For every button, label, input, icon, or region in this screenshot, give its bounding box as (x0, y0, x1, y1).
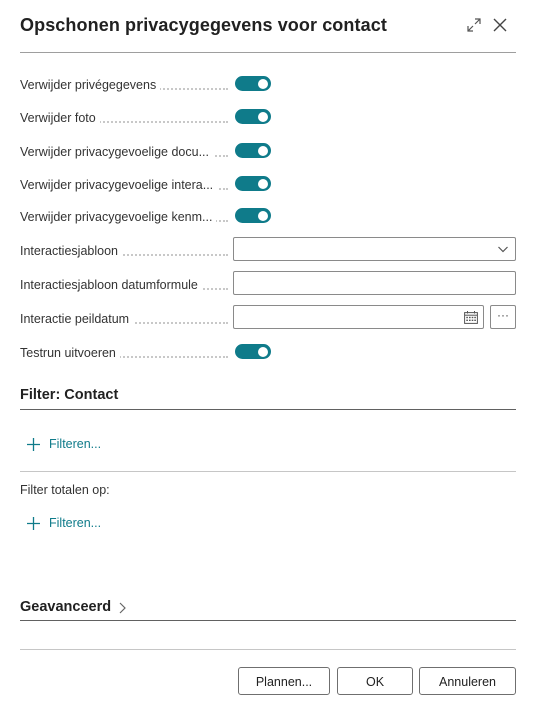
filter-totals-label: Filter totalen op: (20, 483, 110, 497)
more-options-button[interactable]: ··· (490, 305, 516, 329)
field-interaction-template-date-formula: Interactiesjabloon datumformule (20, 271, 516, 297)
close-icon[interactable] (490, 15, 510, 35)
field-label: Verwijder privacygevoelige intera... (20, 178, 218, 192)
plus-icon (27, 517, 40, 530)
interaction-template-select[interactable] (233, 237, 516, 261)
remove-photo-toggle[interactable] (235, 109, 271, 124)
field-label: Verwijder privacygevoelige docu... (20, 145, 213, 159)
interaction-template-date-formula-input[interactable] (233, 271, 516, 295)
filter-contact-title: Filter: Contact (20, 387, 119, 403)
footer-divider (20, 649, 516, 650)
chevron-down-icon (498, 246, 508, 253)
cleanup-privacy-dialog: Opschonen privacygegevens voor contact V… (0, 0, 534, 716)
remove-privacy-profile-toggle[interactable] (235, 208, 271, 223)
field-remove-privacy-profile: Verwijder privacygevoelige kenm... (20, 203, 516, 229)
field-label: Testrun uitvoeren (20, 346, 120, 360)
field-interaction-reference-date: Interactie peildatum ··· (20, 305, 516, 331)
field-remove-privacy-docs: Verwijder privacygevoelige docu... (20, 138, 516, 164)
dialog-header: Opschonen privacygegevens voor contact (20, 13, 514, 39)
header-divider (20, 52, 516, 53)
field-remove-photo: Verwijder foto (20, 104, 516, 130)
schedule-button[interactable]: Plannen... (238, 667, 330, 695)
add-filter-label: Filteren... (49, 516, 102, 530)
add-filter-label: Filteren... (49, 437, 102, 451)
ok-button[interactable]: OK (337, 667, 413, 695)
calendar-icon[interactable] (464, 311, 478, 324)
field-label: Verwijder foto (20, 111, 100, 125)
advanced-label: Geavanceerd (20, 599, 112, 615)
field-label: Interactiesjabloon datumformule (20, 278, 202, 292)
remove-private-toggle[interactable] (235, 76, 271, 91)
field-test-run: Testrun uitvoeren (20, 339, 516, 365)
field-label: Verwijder privacygevoelige kenm... (20, 210, 217, 224)
test-run-toggle[interactable] (235, 344, 271, 359)
interaction-reference-date-input[interactable] (233, 305, 484, 329)
field-remove-private: Verwijder privégegevens (20, 71, 516, 97)
cancel-button[interactable]: Annuleren (419, 667, 516, 695)
advanced-divider (20, 620, 516, 621)
field-label: Interactie peildatum (20, 312, 134, 326)
field-remove-privacy-interactions: Verwijder privacygevoelige intera... (20, 171, 516, 197)
plus-icon (27, 438, 40, 451)
field-label: Verwijder privégegevens (20, 78, 161, 92)
remove-privacy-interactions-toggle[interactable] (235, 176, 271, 191)
advanced-section-toggle[interactable]: Geavanceerd (20, 598, 126, 618)
filter-contact-divider (20, 409, 516, 410)
field-label: Interactiesjabloon (20, 244, 122, 258)
expand-icon[interactable] (464, 15, 484, 35)
filter-totals-divider (20, 471, 516, 472)
field-interaction-template: Interactiesjabloon (20, 237, 516, 263)
chevron-right-icon (119, 602, 126, 614)
remove-privacy-docs-toggle[interactable] (235, 143, 271, 158)
dialog-title: Opschonen privacygegevens voor contact (20, 15, 387, 35)
